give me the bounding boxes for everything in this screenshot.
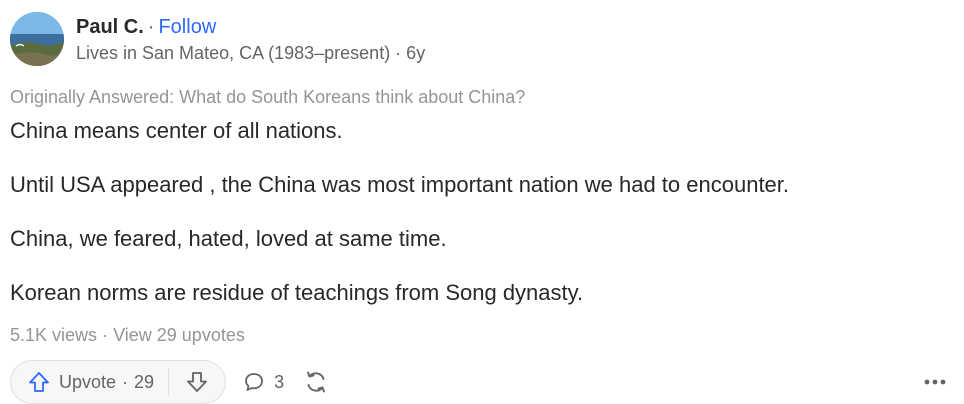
upvote-count: 29: [134, 371, 155, 392]
originally-answered-question[interactable]: Originally Answered: What do South Korea…: [10, 84, 525, 110]
upvote-separator: ·: [122, 371, 129, 392]
answer-body: China means center of all nations. Until…: [10, 116, 789, 332]
answer-stats: 5.1K views · View 29 upvotes: [10, 322, 245, 348]
comment-icon: [245, 373, 263, 391]
answer-paragraph: China means center of all nations.: [10, 118, 343, 143]
answer-paragraph: Until USA appeared , the China was most …: [10, 172, 790, 197]
upvote-label: Upvote: [59, 371, 117, 392]
comment-button[interactable]: 3: [242, 370, 284, 394]
avatar-photo-icon: [10, 12, 64, 66]
view-count: 5.1K views: [10, 325, 98, 345]
upvote-button[interactable]: Upvote · 29: [11, 361, 168, 403]
answer-header: Paul C. · Follow Lives in San Mateo, CA …: [10, 12, 425, 66]
action-bar: Upvote · 29 3: [10, 360, 330, 404]
name-separator: ·: [147, 16, 155, 38]
comment-count: 3: [274, 371, 285, 392]
more-options-icon: [924, 379, 946, 385]
view-upvotes-link[interactable]: View 29 upvotes: [113, 325, 245, 345]
share-icon: [307, 371, 326, 393]
author-meta: Paul C. · Follow Lives in San Mateo, CA …: [76, 12, 425, 66]
answer-paragraph: China, we feared, hated, loved at same t…: [10, 226, 447, 251]
author-credential: Lives in San Mateo, CA (1983–present) · …: [76, 43, 426, 63]
stats-separator: ·: [102, 325, 109, 345]
downvote-button[interactable]: [169, 361, 225, 403]
more-options-button[interactable]: [922, 372, 948, 397]
author-avatar[interactable]: [10, 12, 64, 66]
answer-paragraph: Korean norms are residue of teachings fr…: [10, 280, 584, 305]
author-name[interactable]: Paul C.: [76, 14, 144, 40]
downvote-arrow-icon: [187, 372, 207, 392]
author-name-row: Paul C. · Follow: [76, 14, 425, 40]
upvote-arrow-icon: [29, 372, 49, 392]
follow-button[interactable]: Follow: [158, 14, 216, 40]
vote-pill: Upvote · 29: [10, 360, 227, 404]
share-button[interactable]: [302, 368, 330, 396]
